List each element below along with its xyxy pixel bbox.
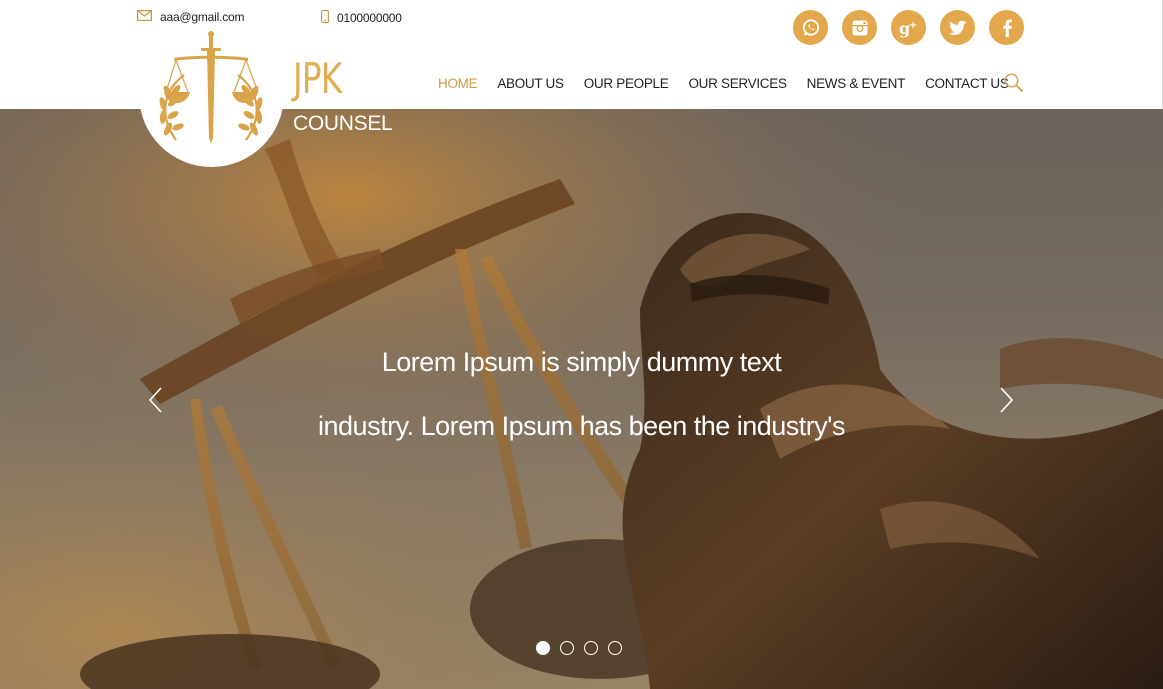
hero-headline-line-1: Lorem Ipsum is simply dummy text	[381, 347, 782, 377]
slider-pagination	[536, 641, 622, 655]
nav-home[interactable]: HOME	[438, 76, 478, 91]
slide-dot-2[interactable]	[560, 641, 574, 655]
mail-icon	[137, 10, 153, 24]
phone-text: 0100000000	[337, 11, 402, 25]
google-plus-icon: g +	[899, 19, 917, 38]
facebook-button[interactable]	[989, 10, 1024, 45]
chevron-left-icon	[148, 387, 162, 413]
hero-headline-line-2: industry. Lorem Ipsum has been the indus…	[318, 411, 845, 441]
instagram-button[interactable]	[842, 10, 877, 45]
phone-icon	[321, 10, 329, 26]
chevron-right-icon	[1000, 387, 1014, 413]
whatsapp-icon	[802, 18, 819, 36]
slider-next-button[interactable]	[993, 385, 1019, 415]
search-button[interactable]	[1003, 72, 1025, 94]
email-contact[interactable]: aaa@gmail.com	[137, 10, 244, 24]
twitter-icon	[948, 20, 967, 35]
slider-prev-button[interactable]	[145, 385, 171, 415]
nav-our-services[interactable]: OUR SERVICES	[688, 76, 786, 91]
hero-slider: Lorem Ipsum is simply dummy text industr…	[0, 109, 1163, 689]
slide-dot-1[interactable]	[536, 641, 550, 655]
main-nav: HOME ABOUT US OUR PEOPLE OUR SERVICES NE…	[438, 76, 1029, 91]
hero-background-image	[0, 109, 1163, 689]
slide-dot-3[interactable]	[584, 641, 598, 655]
nav-contact-us[interactable]: CONTACT US	[925, 76, 1009, 91]
svg-text:+: +	[909, 20, 917, 31]
nav-our-people[interactable]: OUR PEOPLE	[584, 76, 669, 91]
search-icon	[1004, 73, 1024, 93]
google-plus-button[interactable]: g +	[891, 10, 926, 45]
facebook-icon	[1002, 19, 1012, 37]
scales-of-justice-icon	[146, 30, 276, 160]
whatsapp-button[interactable]	[793, 10, 828, 45]
instagram-icon	[852, 20, 867, 35]
phone-contact[interactable]: 0100000000	[321, 10, 402, 26]
social-links: g +	[793, 10, 1024, 45]
brand-name: JPK	[293, 54, 342, 103]
nav-news-event[interactable]: NEWS & EVENT	[807, 76, 906, 91]
brand-wordmark[interactable]: JPK COUNSEL	[293, 54, 393, 135]
nav-about-us[interactable]: ABOUT US	[497, 76, 564, 91]
slide-dot-4[interactable]	[608, 641, 622, 655]
page: aaa@gmail.com 0100000000 g + HOME ABOUT …	[0, 0, 1163, 689]
twitter-button[interactable]	[940, 10, 975, 45]
brand-subtitle: COUNSEL	[293, 112, 393, 135]
